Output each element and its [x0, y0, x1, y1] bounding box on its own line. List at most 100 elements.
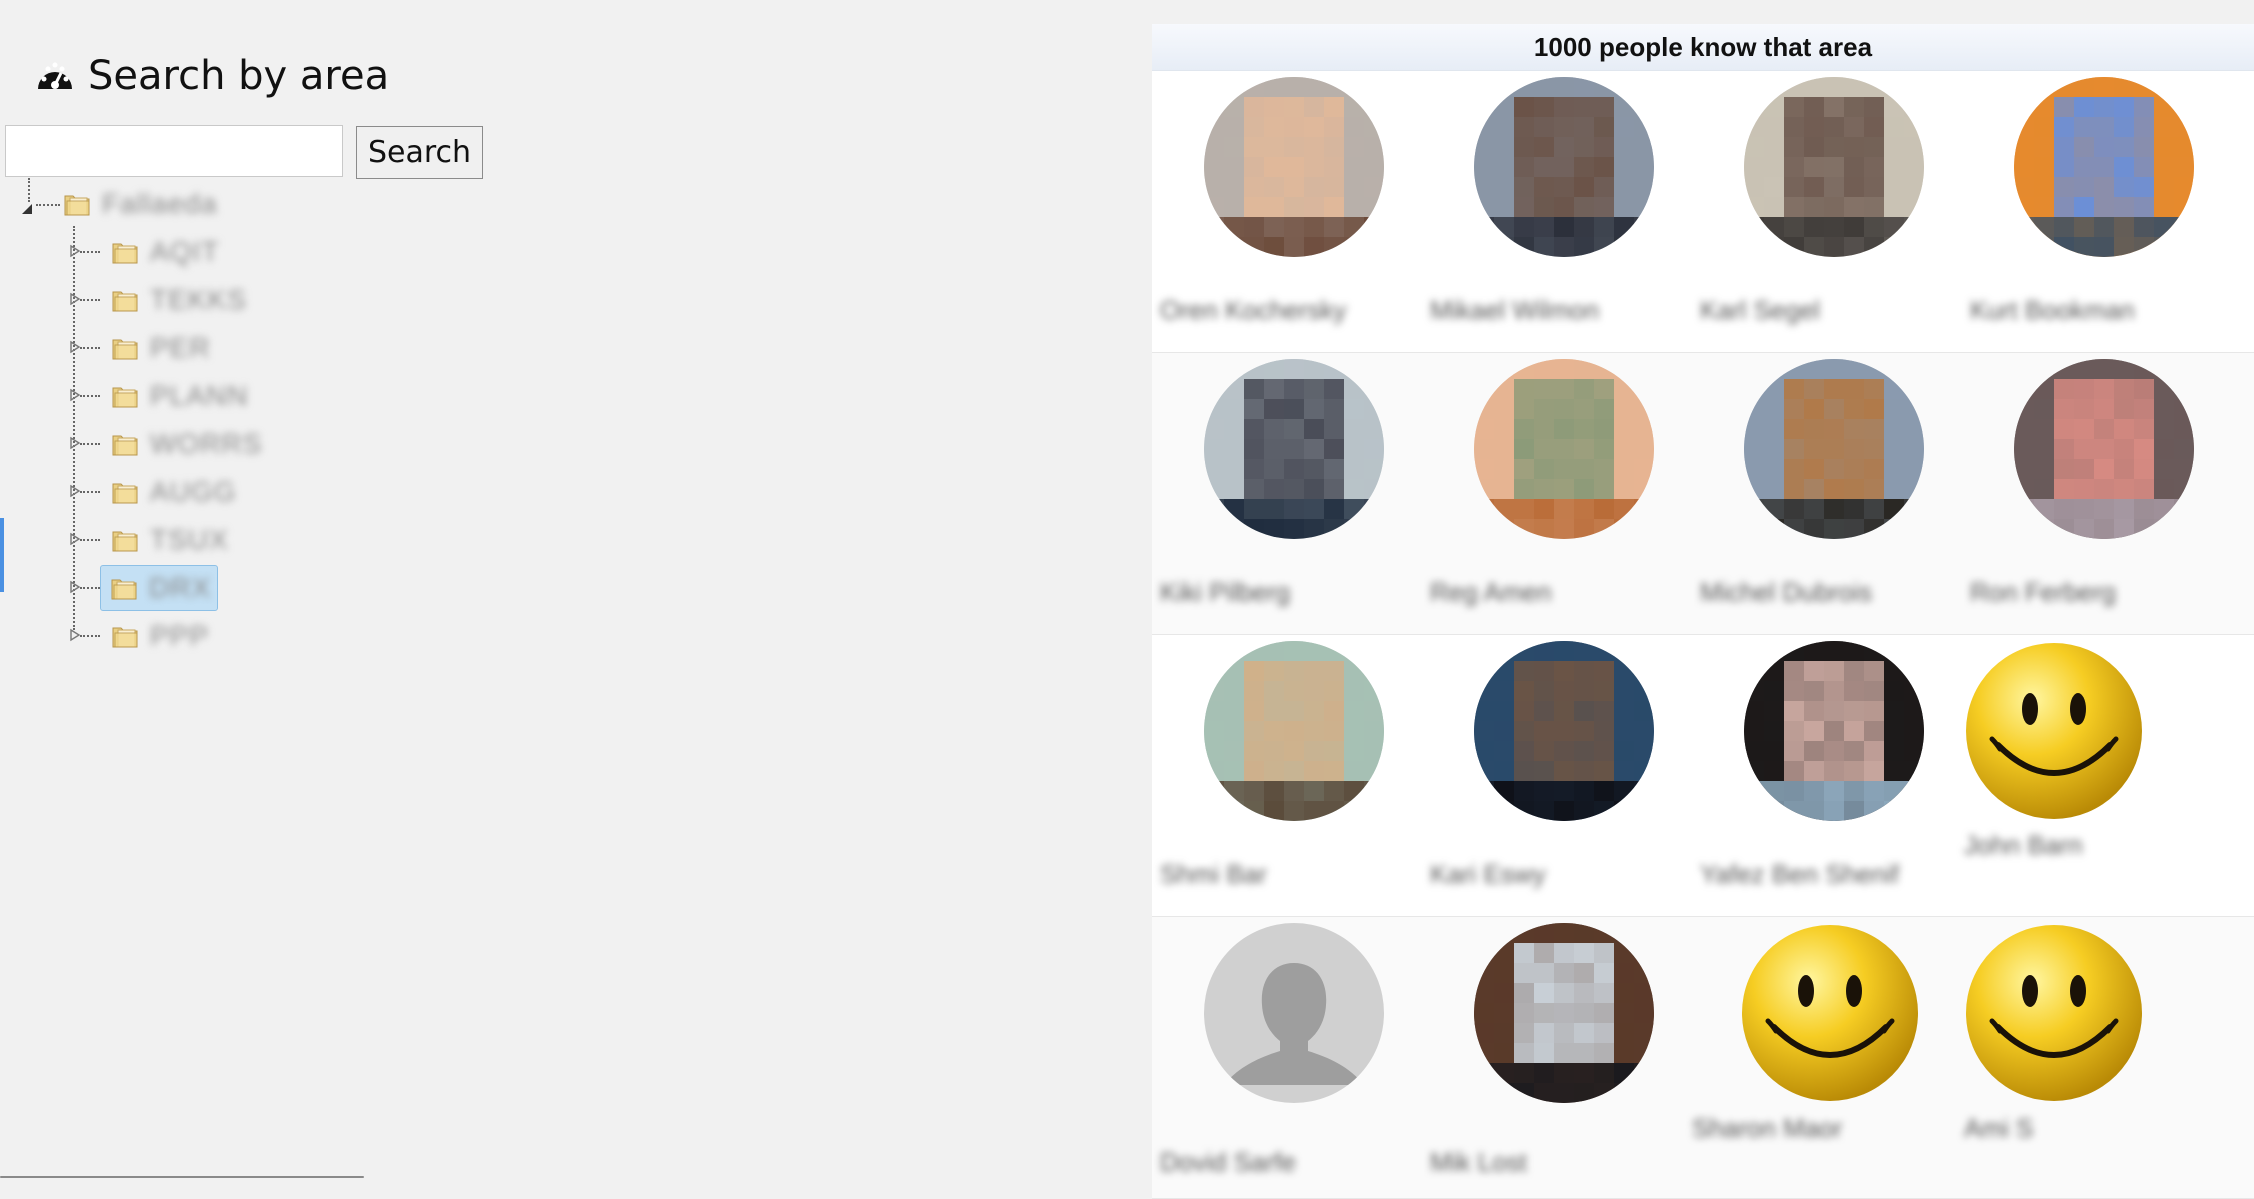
tree-node-label: PPP [150, 620, 210, 651]
folder-icon [112, 531, 138, 552]
person-card[interactable]: Mik Lost [1422, 917, 1692, 1198]
person-name[interactable]: Mikael Wilmon [1430, 295, 1599, 326]
person-card[interactable]: Mikael Wilmon [1422, 71, 1692, 352]
area-tree: Fallaeda AQIT TEKKS PER PLANN WORRS AUGG TSUX DR… [0, 178, 420, 660]
avatar[interactable] [1204, 359, 1384, 539]
folder-icon [112, 435, 138, 456]
person-name[interactable]: Sharon Maor [1692, 1113, 1842, 1144]
avatar[interactable] [1204, 641, 1384, 821]
tree-node-label: PER [150, 332, 211, 363]
person-name[interactable]: Kurt Bookman [1970, 295, 2135, 326]
avatar[interactable] [1474, 77, 1654, 257]
person-name[interactable]: Michel Dubrois [1700, 577, 1872, 608]
person-name[interactable]: Yafez Ben Shenif [1700, 859, 1899, 890]
avatar[interactable] [1204, 77, 1384, 257]
tree-guide [80, 443, 100, 445]
tree-node-label: WORRS [150, 428, 263, 459]
tree-guide [80, 395, 100, 397]
tree-node[interactable]: PER [110, 328, 211, 368]
avatar[interactable] [1744, 641, 1924, 821]
default-avatar-icon[interactable] [1204, 923, 1384, 1103]
person-card[interactable]: Sharon Maor [1692, 917, 1962, 1198]
avatar[interactable] [1744, 77, 1924, 257]
collapse-arrow-icon[interactable] [20, 202, 34, 216]
tree-node[interactable]: TSUX [110, 520, 229, 560]
folder-icon [112, 243, 138, 264]
tree-guide [80, 299, 100, 301]
person-name[interactable]: Karl Segel [1700, 295, 1820, 326]
tree-node-label: AUGG [150, 476, 237, 507]
person-name[interactable]: Mik Lost [1430, 1147, 1527, 1178]
person-card[interactable]: Oren Kochersky [1152, 71, 1422, 352]
person-card[interactable]: Dovid Sarfe [1152, 917, 1422, 1198]
tree-guide [80, 635, 100, 637]
result-row: Dovid Sarfe Mik Lost Sharon Maor Ami S [1152, 917, 2254, 1199]
folder-icon [112, 339, 138, 360]
folder-icon [112, 387, 138, 408]
person-card[interactable]: Ami S [1962, 917, 2232, 1198]
tree-guide [80, 539, 100, 541]
person-card[interactable]: Ron Ferberg [1962, 353, 2232, 634]
tree-node[interactable]: PLANN [110, 376, 248, 416]
person-name[interactable]: Shmi Bar [1160, 859, 1267, 890]
tree-node[interactable]: PPP [110, 616, 209, 656]
avatar[interactable] [1474, 923, 1654, 1103]
person-card[interactable]: Yafez Ben Shenif [1692, 635, 1962, 916]
person-name[interactable]: Kari Eswy [1430, 859, 1546, 890]
tree-node[interactable]: TEKKS [110, 280, 247, 320]
tree-node-label: DRX [149, 572, 212, 603]
tree-guide [80, 587, 100, 589]
tree-guide [28, 178, 30, 202]
search-button[interactable]: Search [356, 126, 483, 179]
smiley-avatar[interactable] [1964, 641, 2144, 821]
tree-node[interactable]: AUGG [110, 472, 236, 512]
avatar[interactable] [1474, 359, 1654, 539]
tree-node[interactable]: WORRS [110, 424, 262, 464]
result-row: Kiki Pilberg Reg Amen Michel Dubrois Ron Fe… [1152, 353, 2254, 635]
folder-icon [64, 195, 90, 216]
person-card[interactable]: Kurt Bookman [1962, 71, 2232, 352]
smiley-avatar[interactable] [1964, 923, 2144, 1103]
folder-icon [111, 579, 137, 600]
folder-icon [112, 291, 138, 312]
page-title: Search by area [34, 50, 389, 102]
smiley-avatar[interactable] [1740, 923, 1920, 1103]
avatar[interactable] [1744, 359, 1924, 539]
tree-guide [73, 226, 75, 630]
person-card[interactable]: Shmi Bar [1152, 635, 1422, 916]
scrollbar[interactable] [0, 1176, 364, 1178]
result-row: Shmi Bar Kari Eswy Yafez Ben Shenif John Ba… [1152, 635, 2254, 917]
person-name[interactable]: Kiki Pilberg [1160, 577, 1290, 608]
avatar[interactable] [1474, 641, 1654, 821]
title-text: Search by area [88, 53, 390, 99]
tree-node[interactable]: AQIT [110, 232, 219, 272]
avatar[interactable] [2014, 359, 2194, 539]
people-grid: Oren Kochersky Mikael Wilmon Karl Segel Kur… [1152, 71, 2254, 1199]
person-card[interactable]: Reg Amen [1422, 353, 1692, 634]
person-name[interactable]: Ron Ferberg [1970, 577, 2116, 608]
person-name[interactable]: Reg Amen [1430, 577, 1551, 608]
results-header: 1000 people know that area [1152, 24, 2254, 71]
tree-node-label: PLANN [150, 380, 249, 411]
person-card[interactable]: Karl Segel [1692, 71, 1962, 352]
tree-node-label: TEKKS [150, 284, 247, 315]
tree-guide [36, 204, 60, 206]
person-name[interactable]: Oren Kochersky [1160, 295, 1346, 326]
folder-icon [112, 483, 138, 504]
tree-guide [80, 347, 100, 349]
results-panel: 1000 people know that area Oren Kochersk… [1152, 24, 2254, 1199]
person-name[interactable]: Dovid Sarfe [1160, 1147, 1296, 1178]
folder-icon [112, 627, 138, 648]
search-input[interactable] [5, 125, 343, 177]
person-name[interactable]: Ami S [1964, 1113, 2033, 1144]
tree-node-label: AQIT [150, 236, 220, 267]
tree-guide [80, 251, 100, 253]
tree-node-root[interactable]: Fallaeda [62, 184, 217, 224]
tree-node[interactable]: DRX [100, 565, 219, 611]
person-card[interactable]: Michel Dubrois [1692, 353, 1962, 634]
person-card[interactable]: Kari Eswy [1422, 635, 1692, 916]
person-name[interactable]: John Barn [1964, 830, 2083, 861]
avatar[interactable] [2014, 77, 2194, 257]
person-card[interactable]: Kiki Pilberg [1152, 353, 1422, 634]
person-card[interactable]: John Barn [1962, 635, 2232, 916]
